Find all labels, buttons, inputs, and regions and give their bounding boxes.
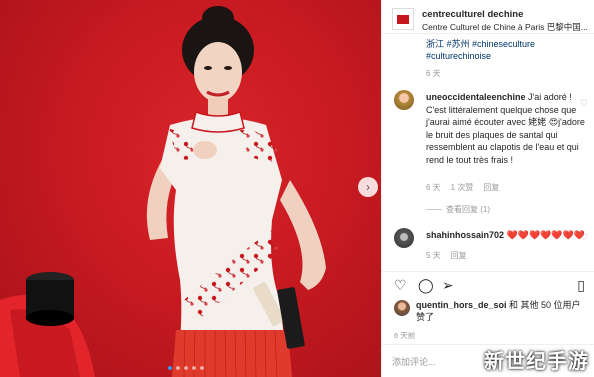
account-name[interactable]: centreculturel dechine (422, 9, 523, 20)
post-header: centreculturel dechine Centre Culturel d… (392, 6, 590, 34)
divider (382, 33, 594, 34)
account-avatar[interactable] (392, 8, 414, 30)
caption-age: 6 天 (426, 69, 441, 78)
watermark: 新世纪手游 (484, 349, 589, 373)
hashtag-line[interactable]: 浙江 #苏州 #chineseculture (426, 38, 586, 50)
comment-icon[interactable]: ◯ (418, 276, 434, 294)
heart-outline-icon[interactable]: ♡ (580, 98, 588, 109)
heart-outline-icon[interactable]: ♡ (394, 276, 407, 294)
likes-summary[interactable]: quentin_hors_de_soi 和 其他 50 位用户赞了 (416, 299, 586, 323)
comment-username[interactable]: shahinhossain702 (426, 230, 504, 240)
comment-age: 6 天 (426, 183, 441, 192)
carousel-dot (192, 366, 196, 370)
paper-plane-icon[interactable]: ➢ (442, 276, 454, 294)
divider (426, 209, 442, 211)
logo-mark-icon (397, 14, 409, 24)
divider (382, 271, 594, 272)
comment-text: ❤️❤️❤️❤️❤️❤️❤️ (506, 230, 585, 240)
post-actions: ♡ ◯ ➢ ▯ (392, 276, 587, 296)
comment: shahinhossain702 ❤️❤️❤️❤️❤️❤️❤️ ♡ 5 天 回复 (394, 228, 590, 268)
carousel-dot (168, 366, 172, 370)
comment-meta: 6 天 1 次赞 回复 (426, 182, 499, 193)
commenter-avatar[interactable] (394, 90, 414, 110)
hashtag-line[interactable]: #culturechinoise (426, 50, 586, 62)
reply-button[interactable]: 回复 (451, 250, 467, 261)
comment-body: shahinhossain702 ❤️❤️❤️❤️❤️❤️❤️ (426, 229, 588, 242)
comment-meta: 5 天 回复 (426, 250, 467, 261)
view-replies-label: 查看回复 (1) (446, 205, 490, 214)
carousel-dot (184, 366, 188, 370)
comment-age: 5 天 (426, 251, 441, 260)
comment-body: uneoccidentaleenchine J'ai adoré ! C'est… (426, 91, 588, 166)
comment-likes[interactable]: 1 次赞 (451, 182, 474, 193)
reply-button[interactable]: 回复 (483, 182, 499, 193)
post-age: 6 天前 (394, 331, 416, 340)
liker-username[interactable]: quentin_hors_de_soi (416, 300, 507, 310)
carousel-dot (200, 366, 204, 370)
post-photo[interactable]: › (0, 0, 381, 377)
bookmark-icon[interactable]: ▯ (577, 276, 585, 294)
heart-outline-icon[interactable]: ♡ (580, 232, 588, 243)
add-comment-input[interactable]: 添加评论... (392, 355, 436, 368)
post-caption-tags: 浙江 #苏州 #chineseculture #culturechinoise (426, 38, 586, 62)
account-subtitle: Centre Culturel de Chine à Paris 巴黎中国... (422, 22, 588, 32)
view-replies-button[interactable]: 查看回复 (1) (426, 204, 490, 215)
comment: uneoccidentaleenchine J'ai adoré ! C'est… (394, 90, 590, 230)
carousel-dot (176, 366, 180, 370)
carousel-indicator (168, 366, 204, 370)
photo-illustration (0, 6, 326, 377)
post-side-panel: centreculturel dechine Centre Culturel d… (381, 0, 594, 377)
commenter-avatar[interactable] (394, 228, 414, 248)
comment-username[interactable]: uneoccidentaleenchine (426, 92, 526, 102)
next-photo-button[interactable]: › (358, 177, 378, 197)
comment-text: J'ai adoré ! C'est littéralement quelque… (426, 92, 585, 165)
liker-avatar[interactable] (394, 300, 410, 316)
